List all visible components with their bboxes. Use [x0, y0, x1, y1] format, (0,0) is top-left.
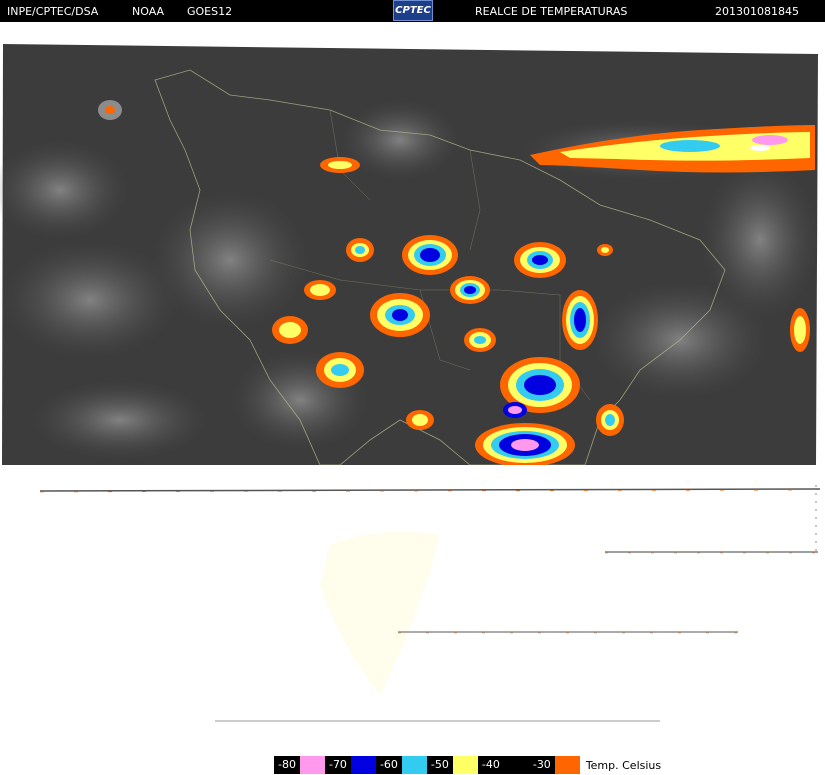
- satellite-scene-svg: [0, 44, 820, 465]
- legend-swatch-40: [503, 756, 529, 774]
- artifact-streaks-svg: [39, 485, 821, 722]
- image-artifact-area: [0, 465, 825, 725]
- legend-label-30: -30: [528, 756, 555, 774]
- legend-label-60: -60: [375, 756, 402, 774]
- legend-label-70: -70: [324, 756, 351, 774]
- temperature-legend: -80 -70 -60 -50 -40 -30 Temp. Celsius: [274, 756, 661, 774]
- source-label: NOAA: [132, 5, 165, 18]
- satellite-label: GOES12: [187, 5, 233, 18]
- cptec-logo: CPTEC: [393, 0, 433, 21]
- timestamp-label: 201301081845: [715, 5, 799, 18]
- legend-label-50: -50: [426, 756, 453, 774]
- agency-label: INPE/CPTEC/DSA: [7, 5, 99, 18]
- legend-label-40: -40: [477, 756, 504, 774]
- legend-swatch-30: [554, 756, 580, 774]
- legend-swatch-50: [452, 756, 478, 774]
- legend-swatch-70: [350, 756, 376, 774]
- legend-unit: Temp. Celsius: [585, 758, 662, 772]
- product-title: REALCE DE TEMPERATURAS: [475, 5, 628, 18]
- header-bar: INPE/CPTEC/DSA NOAA GOES12 CPTEC REALCE …: [0, 0, 825, 22]
- legend-swatch-80: [299, 756, 325, 774]
- legend-label-80: -80: [274, 756, 300, 774]
- legend-swatch-60: [401, 756, 427, 774]
- satellite-image: [0, 40, 825, 465]
